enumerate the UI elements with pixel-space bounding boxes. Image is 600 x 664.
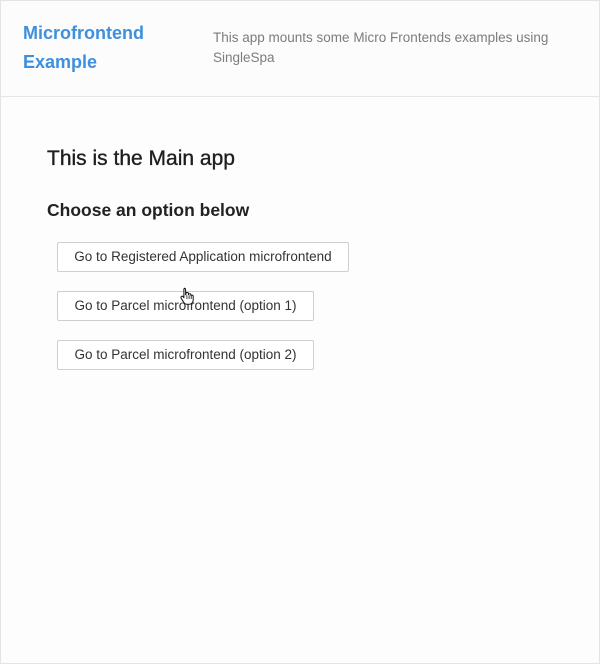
section-subtitle: Choose an option below bbox=[47, 200, 250, 220]
main-content: This is the Main app Choose an option be… bbox=[1, 97, 599, 663]
parcel-option-1-button[interactable]: Go to Parcel microfrontend (option 1) bbox=[57, 291, 314, 321]
app-header: Microfrontend Example This app mounts so… bbox=[1, 1, 599, 97]
parcel-option-2-button[interactable]: Go to Parcel microfrontend (option 2) bbox=[57, 340, 314, 370]
brand-link[interactable]: Microfrontend Example bbox=[23, 19, 173, 77]
registered-app-button[interactable]: Go to Registered Application microfronte… bbox=[57, 242, 349, 272]
page-title: This is the Main app bbox=[47, 147, 235, 170]
app-window: Microfrontend Example This app mounts so… bbox=[0, 0, 600, 664]
header-tagline: This app mounts some Micro Frontends exa… bbox=[213, 30, 549, 65]
